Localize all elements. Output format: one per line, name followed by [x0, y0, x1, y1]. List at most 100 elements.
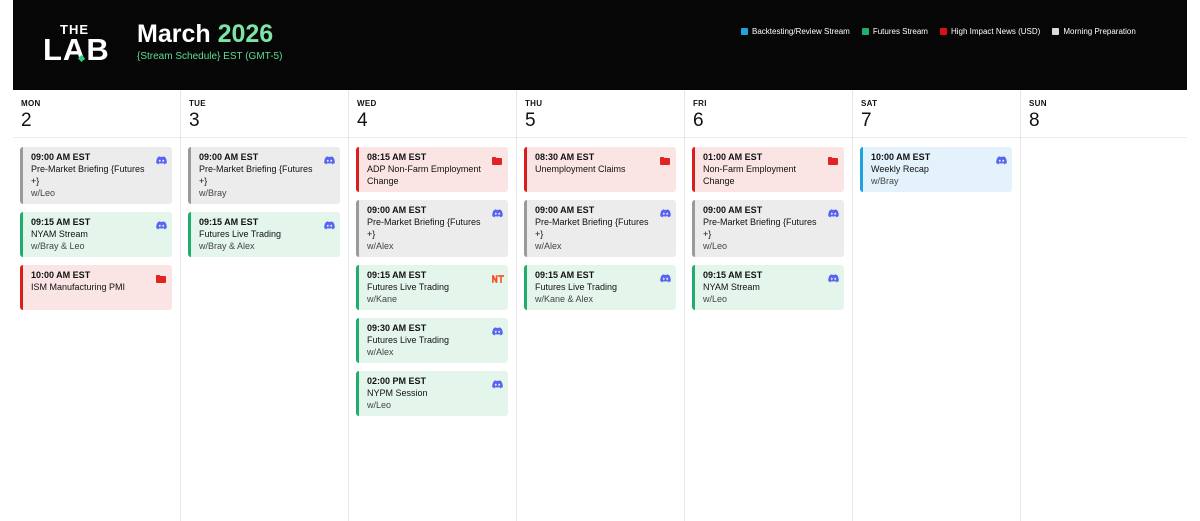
event-host: w/Alex — [367, 241, 394, 251]
day-header: TUE 3 — [181, 90, 348, 138]
event-host: w/Kane & Alex — [535, 294, 594, 304]
event-time: 01:00 AM EST — [703, 152, 763, 162]
event-card[interactable]: 09:00 AM EST Pre-Market Briefing {Futures… — [20, 147, 172, 204]
discord-icon — [828, 205, 839, 218]
event-time: 09:00 AM EST — [367, 205, 427, 215]
event-card[interactable]: 09:30 AM EST Futures Live Trading w/Alex — [356, 318, 508, 363]
day-column: SUN 8 — [1021, 90, 1187, 521]
event-card[interactable]: 09:15 AM EST NYAM Stream w/Bray & Leo — [20, 212, 172, 257]
legend-item: Futures Stream — [861, 27, 928, 36]
folder-icon — [156, 270, 167, 283]
event-card[interactable]: 09:00 AM EST Pre-Market Briefing {Futures… — [188, 147, 340, 204]
legend: Backtesting/Review Stream Futures Stream H… — [741, 27, 1136, 36]
event-card[interactable]: 09:00 AM EST Pre-Market Briefing {Futures… — [356, 200, 508, 257]
day-name: FRI — [693, 99, 707, 108]
legend-label: Backtesting/Review Stream — [752, 27, 850, 36]
legend-swatch — [1052, 28, 1060, 35]
event-host: w/Leo — [703, 294, 728, 304]
day-header: WED 4 — [349, 90, 516, 138]
discord-icon — [996, 152, 1007, 165]
event-card[interactable]: 02:00 PM EST NYPM Session w/Leo — [356, 371, 508, 416]
event-title: Pre-Market Briefing {Futures +} — [703, 217, 817, 239]
day-column: TUE 3 09:00 AM EST Pre-Market Briefing {Fut… — [181, 90, 349, 521]
event-title: Futures Live Trading — [367, 335, 450, 345]
legend-swatch — [861, 28, 869, 35]
day-header: MON 2 — [13, 90, 180, 138]
logo-text-main: LAB — [43, 32, 110, 67]
day-name: TUE — [189, 99, 206, 108]
event-card[interactable]: 09:15 AM EST Futures Live Trading w/Kane — [356, 265, 508, 310]
event-host: w/Leo — [367, 400, 392, 410]
event-card[interactable]: 09:15 AM EST NYAM Stream w/Leo — [692, 265, 844, 310]
event-time: 10:00 AM EST — [31, 270, 91, 280]
day-header: SAT 7 — [853, 90, 1020, 138]
event-card[interactable]: 10:00 AM EST ISM Manufacturing PMI — [20, 265, 172, 310]
event-time: 10:00 AM EST — [871, 152, 931, 162]
page-title: March 2026 — [137, 19, 273, 49]
event-time: 08:30 AM EST — [535, 152, 595, 162]
event-list: 01:00 AM EST Non-Farm Employment Change 09… — [685, 138, 852, 310]
legend-label: Morning Preparation — [1063, 27, 1136, 36]
event-card[interactable]: 09:00 AM EST Pre-Market Briefing {Futures… — [692, 200, 844, 257]
page-subtitle: {Stream Schedule} EST (GMT-5) — [137, 51, 283, 62]
event-host: w/Leo — [31, 188, 56, 198]
ninjatrader-icon — [492, 270, 504, 283]
day-number: 2 — [21, 110, 32, 131]
event-time: 09:00 AM EST — [199, 152, 259, 162]
event-title: ISM Manufacturing PMI — [31, 282, 126, 292]
event-host: w/Bray & Leo — [31, 241, 85, 251]
day-number: 8 — [1029, 110, 1040, 131]
title-year: 2026 — [217, 20, 274, 48]
event-title: Weekly Recap — [871, 164, 929, 174]
day-name: WED — [357, 99, 377, 108]
event-host: w/Alex — [535, 241, 562, 251]
day-name: MON — [21, 99, 41, 108]
event-list: 09:00 AM EST Pre-Market Briefing {Futures… — [13, 138, 180, 310]
event-card[interactable]: 01:00 AM EST Non-Farm Employment Change — [692, 147, 844, 192]
day-number: 7 — [861, 110, 872, 131]
event-title: NYAM Stream — [703, 282, 760, 292]
event-time: 09:00 AM EST — [535, 205, 595, 215]
folder-icon — [828, 152, 839, 165]
legend-label: Futures Stream — [872, 27, 928, 36]
discord-icon — [492, 323, 503, 336]
legend-item: Backtesting/Review Stream — [741, 27, 850, 36]
discord-icon — [156, 152, 167, 165]
legend-item: Morning Preparation — [1052, 27, 1136, 36]
day-name: THU — [525, 99, 543, 108]
event-title: Non-Farm Employment Change — [703, 164, 797, 186]
discord-icon — [156, 217, 167, 230]
discord-icon — [492, 376, 503, 389]
discord-icon — [492, 205, 503, 218]
event-card[interactable]: 08:15 AM EST ADP Non-Farm Employment Chan… — [356, 147, 508, 192]
header: THE LAB March 2026 {Stream Schedule} EST… — [13, 0, 1187, 90]
logo: THE LAB — [43, 22, 119, 68]
calendar-grid: MON 2 09:00 AM EST Pre-Market Briefing {Fut… — [13, 90, 1187, 521]
event-list: 08:30 AM EST Unemployment Claims 09:00 AM … — [517, 138, 684, 310]
day-number: 3 — [189, 110, 200, 131]
discord-icon — [660, 205, 671, 218]
event-time: 09:30 AM EST — [367, 323, 427, 333]
event-card[interactable]: 10:00 AM EST Weekly Recap w/Bray — [860, 147, 1012, 192]
event-time: 09:00 AM EST — [31, 152, 91, 162]
event-card[interactable]: 09:15 AM EST Futures Live Trading w/Kane &… — [524, 265, 676, 310]
event-list: 10:00 AM EST Weekly Recap w/Bray — [853, 138, 1020, 192]
event-host: w/Bray & Alex — [199, 241, 255, 251]
event-host: w/Alex — [367, 347, 394, 357]
event-card[interactable]: 08:30 AM EST Unemployment Claims — [524, 147, 676, 192]
legend-item: High Impact News (USD) — [939, 27, 1040, 36]
folder-icon — [492, 152, 503, 165]
event-card[interactable]: 09:00 AM EST Pre-Market Briefing {Futures… — [524, 200, 676, 257]
event-title: ADP Non-Farm Employment Change — [367, 164, 481, 186]
day-name: SUN — [1029, 99, 1047, 108]
discord-icon — [660, 270, 671, 283]
event-title: Futures Live Trading — [199, 229, 282, 239]
discord-icon — [324, 152, 335, 165]
event-host: w/Bray — [199, 188, 227, 198]
event-time: 08:15 AM EST — [367, 152, 427, 162]
event-title: Pre-Market Briefing {Futures +} — [199, 164, 313, 186]
event-title: NYPM Session — [367, 388, 428, 398]
event-card[interactable]: 09:15 AM EST Futures Live Trading w/Bray &… — [188, 212, 340, 257]
event-title: Pre-Market Briefing {Futures +} — [367, 217, 481, 239]
day-column: FRI 6 01:00 AM EST Non-Farm Employment Chan… — [685, 90, 853, 521]
